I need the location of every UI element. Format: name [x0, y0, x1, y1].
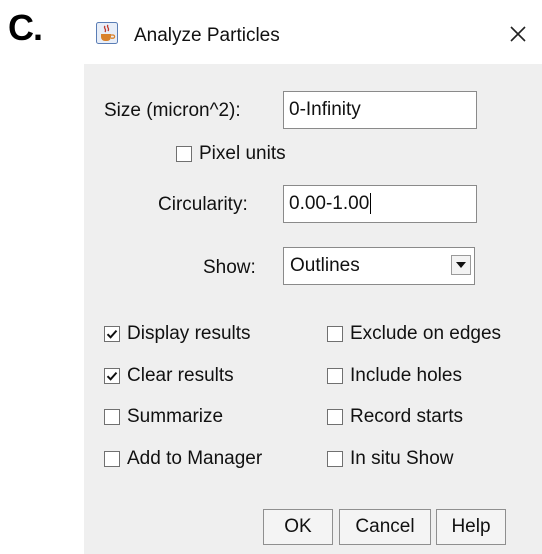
show-selected-value: Outlines — [290, 255, 360, 276]
circularity-field[interactable]: 0.00-1.00 — [283, 185, 477, 223]
record-starts-label: Record starts — [350, 406, 463, 427]
size-field[interactable]: 0-Infinity — [283, 91, 477, 129]
exclude-on-edges-label: Exclude on edges — [350, 323, 502, 344]
in-situ-show-box[interactable] — [327, 451, 343, 467]
summarize-checkbox[interactable]: Summarize — [104, 406, 223, 428]
record-starts-checkbox[interactable]: Record starts — [327, 406, 463, 428]
check-mark-icon — [106, 371, 118, 381]
panel-letter: C. — [8, 7, 43, 48]
help-button[interactable]: Help — [436, 509, 506, 545]
ok-button[interactable]: OK — [263, 509, 333, 545]
clear-results-box[interactable] — [104, 368, 120, 384]
window-titlebar[interactable]: Analyze Particles — [84, 8, 542, 60]
pixel-units-box[interactable] — [176, 146, 192, 162]
summarize-label: Summarize — [127, 406, 224, 427]
close-button[interactable] — [502, 18, 534, 50]
exclude-on-edges-checkbox[interactable]: Exclude on edges — [327, 323, 501, 345]
dropdown-button[interactable] — [451, 255, 471, 275]
add-to-manager-box[interactable] — [104, 451, 120, 467]
include-holes-label: Include holes — [350, 365, 462, 386]
dialog-body: Size (micron^2): 0-Infinity Pixel units … — [84, 64, 542, 554]
add-to-manager-label: Add to Manager — [127, 448, 263, 469]
size-value: 0-Infinity — [289, 99, 361, 120]
size-label: Size (micron^2): — [104, 100, 241, 121]
cancel-button[interactable]: Cancel — [339, 509, 431, 545]
include-holes-checkbox[interactable]: Include holes — [327, 365, 462, 387]
clear-results-label: Clear results — [127, 365, 234, 386]
add-to-manager-checkbox[interactable]: Add to Manager — [104, 448, 262, 470]
java-cup-icon — [96, 22, 118, 44]
figure-canvas: C. Analyze Particles Size (micron^2): 0-… — [0, 0, 542, 554]
show-label: Show: — [203, 257, 256, 278]
exclude-on-edges-box[interactable] — [327, 326, 343, 342]
window-title: Analyze Particles — [134, 25, 280, 46]
clear-results-checkbox[interactable]: Clear results — [104, 365, 234, 387]
display-results-box[interactable] — [104, 326, 120, 342]
record-starts-box[interactable] — [327, 409, 343, 425]
in-situ-show-checkbox[interactable]: In situ Show — [327, 448, 454, 470]
include-holes-box[interactable] — [327, 368, 343, 384]
circularity-value: 0.00-1.00 — [289, 193, 370, 214]
summarize-box[interactable] — [104, 409, 120, 425]
show-select[interactable]: Outlines — [283, 247, 475, 285]
check-mark-icon — [106, 329, 118, 339]
text-caret — [370, 193, 372, 215]
display-results-checkbox[interactable]: Display results — [104, 323, 251, 345]
pixel-units-label: Pixel units — [199, 143, 286, 164]
circularity-label: Circularity: — [158, 194, 248, 215]
display-results-label: Display results — [127, 323, 251, 344]
chevron-down-icon — [456, 261, 466, 268]
pixel-units-checkbox[interactable]: Pixel units — [176, 143, 286, 165]
in-situ-show-label: In situ Show — [350, 448, 454, 469]
close-icon — [510, 26, 526, 42]
